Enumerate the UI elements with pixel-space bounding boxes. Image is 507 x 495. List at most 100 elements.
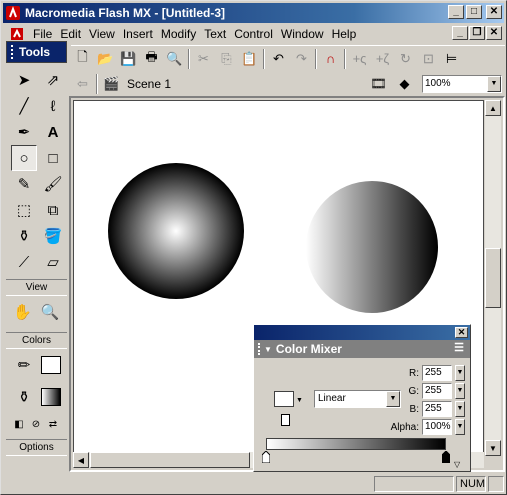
pencil-tool[interactable]: ✎ xyxy=(11,171,37,197)
menu-control[interactable]: Control xyxy=(230,27,277,41)
menu-window[interactable]: Window xyxy=(277,27,328,41)
color-mixer-header[interactable]: ▼ Color Mixer ☰ xyxy=(254,340,470,358)
radial-gradient-circle[interactable] xyxy=(108,163,244,299)
save-icon[interactable]: 💾 xyxy=(117,48,140,70)
grip-icon[interactable] xyxy=(258,343,260,355)
smooth-icon[interactable]: +ς xyxy=(348,48,371,70)
oval-tool[interactable]: ○ xyxy=(11,145,37,171)
collapse-arrow-icon[interactable]: ▼ xyxy=(264,345,272,354)
left-gradient-pointer-icon[interactable] xyxy=(262,451,270,463)
gradient-definition-bar[interactable] xyxy=(266,438,446,450)
ink-bottle-tool[interactable]: ⚱ xyxy=(11,223,37,249)
scroll-up-icon[interactable]: ▲ xyxy=(485,100,501,116)
right-gradient-pointer-icon[interactable] xyxy=(442,451,450,463)
snap-magnet-icon[interactable]: ∩ xyxy=(319,48,342,70)
doc-minimize-button[interactable]: _ xyxy=(452,26,468,40)
free-transform-tool[interactable]: ⬚ xyxy=(11,197,37,223)
mixer-close-button[interactable]: ✕ xyxy=(455,327,468,338)
document-icon[interactable] xyxy=(9,26,25,42)
selected-pointer-icon[interactable] xyxy=(281,414,290,426)
eraser-tool[interactable]: ▱ xyxy=(40,249,66,275)
alpha-spin-icon[interactable]: ▼ xyxy=(455,419,465,435)
alpha-field[interactable]: 100% xyxy=(422,419,452,435)
back-arrow-icon[interactable]: ⇦ xyxy=(71,73,94,95)
edit-scene-icon[interactable]: 🎞 xyxy=(367,73,390,95)
tools-panel-header[interactable]: Tools xyxy=(6,41,67,63)
menu-insert[interactable]: Insert xyxy=(119,27,157,41)
paste-icon[interactable]: 📋 xyxy=(238,48,261,70)
pen-tool[interactable]: ✒ xyxy=(11,119,37,145)
arrow-tool[interactable]: ➤ xyxy=(11,67,37,93)
menu-edit[interactable]: Edit xyxy=(56,27,85,41)
fill-transform-tool[interactable]: ⧉ xyxy=(40,197,66,223)
chevron-down-icon[interactable]: ▼ xyxy=(386,391,400,407)
edit-symbols-icon[interactable]: ◆ xyxy=(393,73,416,95)
zoom-tool[interactable]: 🔍 xyxy=(39,299,63,325)
linear-gradient-circle[interactable] xyxy=(306,181,438,313)
grip-icon[interactable] xyxy=(11,45,15,59)
color-mixer-title: Color Mixer xyxy=(275,342,342,356)
minimize-button[interactable]: _ xyxy=(448,5,464,19)
straighten-icon[interactable]: +ζ xyxy=(371,48,394,70)
horizontal-scroll-thumb[interactable] xyxy=(90,452,250,468)
eyedropper-tool[interactable]: ⟋ xyxy=(11,249,37,275)
b-field[interactable]: 255 xyxy=(422,401,452,417)
text-tool[interactable]: A xyxy=(40,119,66,145)
doc-close-button[interactable]: ✕ xyxy=(486,26,502,40)
menu-file[interactable]: File xyxy=(29,27,56,41)
mixer-color-swatch[interactable] xyxy=(274,391,294,407)
g-spin-icon[interactable]: ▼ xyxy=(455,383,465,399)
stroke-color-swatch[interactable] xyxy=(41,356,61,374)
status-panel-resize[interactable] xyxy=(488,476,504,492)
copy-icon[interactable]: ⎘ xyxy=(215,48,238,70)
align-icon[interactable]: ⊨ xyxy=(440,48,463,70)
panel-options-menu-icon[interactable]: ☰ xyxy=(454,341,464,354)
rectangle-tool[interactable]: □ xyxy=(40,145,66,171)
undo-icon[interactable]: ↶ xyxy=(267,48,290,70)
hand-tool[interactable]: ✋ xyxy=(11,299,35,325)
title-bar[interactable]: Macromedia Flash MX - [Untitled-3] _ □ ✕ xyxy=(3,3,504,23)
menu-text[interactable]: Text xyxy=(200,27,230,41)
rotate-icon[interactable]: ↻ xyxy=(394,48,417,70)
print-preview-icon[interactable]: 🔍 xyxy=(163,48,186,70)
scale-icon[interactable]: ⊡ xyxy=(417,48,440,70)
menu-modify[interactable]: Modify xyxy=(157,27,200,41)
b-spin-icon[interactable]: ▼ xyxy=(455,401,465,417)
black-white-icon[interactable]: ◧ xyxy=(11,416,27,432)
fill-type-select[interactable]: Linear ▼ xyxy=(314,390,401,408)
redo-icon[interactable]: ↷ xyxy=(290,48,313,70)
paint-bucket-tool[interactable]: 🪣 xyxy=(40,223,66,249)
chevron-down-icon[interactable]: ▼ xyxy=(487,76,501,92)
menu-help[interactable]: Help xyxy=(328,27,361,41)
zoom-value: 100% xyxy=(425,78,451,89)
menu-view[interactable]: View xyxy=(85,27,119,41)
expand-mixer-icon[interactable]: ▽ xyxy=(454,460,460,469)
alpha-label: Alpha: xyxy=(390,421,419,433)
brush-tool[interactable]: 🖌 xyxy=(40,171,66,197)
scroll-down-icon[interactable]: ▼ xyxy=(485,440,501,456)
new-file-icon[interactable]: 🗋 xyxy=(71,48,94,70)
scroll-left-icon[interactable]: ◀ xyxy=(73,452,89,468)
doc-restore-button[interactable]: ❐ xyxy=(469,26,485,40)
vertical-scrollbar[interactable]: ▲ ▼ xyxy=(485,100,501,456)
vertical-scroll-thumb[interactable] xyxy=(485,248,501,308)
zoom-select[interactable]: 100% ▼ xyxy=(422,75,502,93)
lasso-tool[interactable]: ℓ xyxy=(40,93,66,119)
no-color-icon[interactable]: ⊘ xyxy=(28,416,44,432)
close-button[interactable]: ✕ xyxy=(486,5,502,19)
print-icon[interactable]: 🖶 xyxy=(140,48,163,70)
line-tool[interactable]: ╱ xyxy=(11,93,37,119)
tools-title: Tools xyxy=(19,45,51,59)
fill-color-swatch[interactable] xyxy=(41,388,61,406)
subselect-tool[interactable]: ⇗ xyxy=(40,67,66,93)
color-mixer-titlebar[interactable]: ✕ xyxy=(254,325,470,340)
cut-icon[interactable]: ✂ xyxy=(192,48,215,70)
swap-colors-icon[interactable]: ⇄ xyxy=(45,416,61,432)
stroke-color-row: ✏ xyxy=(6,349,67,381)
open-icon[interactable]: 📂 xyxy=(94,48,117,70)
swatch-dropdown-icon[interactable]: ▼ xyxy=(296,397,303,404)
r-field[interactable]: 255 xyxy=(422,365,452,381)
maximize-button[interactable]: □ xyxy=(466,5,482,19)
r-spin-icon[interactable]: ▼ xyxy=(455,365,465,381)
g-field[interactable]: 255 xyxy=(422,383,452,399)
